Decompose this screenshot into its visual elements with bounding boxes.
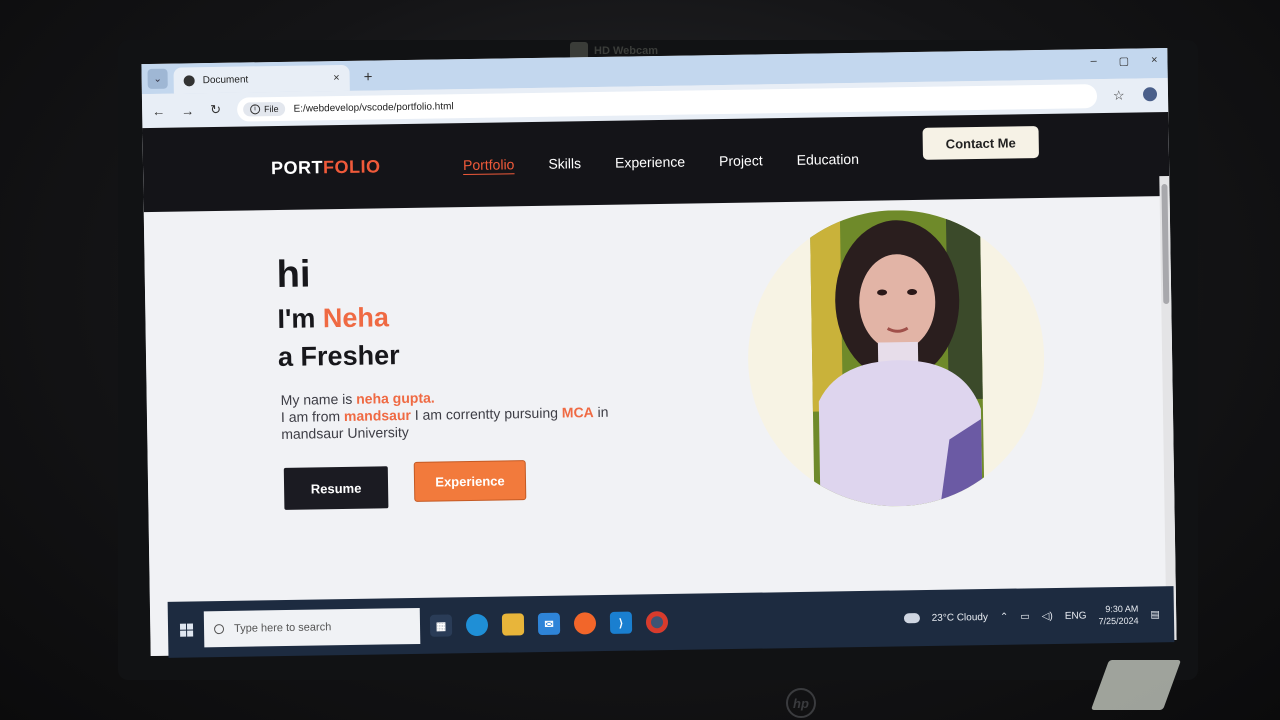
close-window-button[interactable]: × — [1151, 54, 1158, 67]
hero-bio: My name is neha gupta. I am from mandsau… — [281, 386, 662, 443]
site-logo[interactable]: PORTFOLIO — [271, 155, 463, 179]
vscode-icon[interactable]: ⟩ — [609, 611, 633, 634]
resume-button[interactable]: Resume — [283, 466, 389, 510]
mail-icon[interactable]: ✉ — [537, 612, 561, 636]
hero-role: a Fresher — [277, 340, 400, 372]
forward-icon[interactable]: → — [181, 103, 194, 118]
windows-icon — [179, 623, 193, 637]
taskbar-search[interactable]: Type here to search — [203, 607, 421, 648]
notification-icon[interactable]: ▤ — [1150, 609, 1160, 620]
scrollbar-thumb[interactable] — [1161, 183, 1170, 305]
tray-chevron-icon[interactable]: ⌃ — [1000, 611, 1009, 622]
site-navbar: PORTFOLIO Portfolio Skills Experience Pr… — [142, 111, 1170, 213]
bio-city: mandsaur — [343, 406, 412, 424]
file-chip-label: File — [263, 103, 279, 115]
volume-icon[interactable]: ◁) — [1042, 611, 1053, 622]
clock-time: 9:30 AM — [1105, 603, 1139, 615]
battery-icon[interactable]: ▭ — [1020, 611, 1030, 622]
hero-name: Neha — [322, 302, 390, 334]
start-button[interactable] — [168, 623, 204, 637]
nav-project[interactable]: Project — [719, 152, 763, 169]
site-menu: Portfolio Skills Experience Project Educ… — [463, 151, 859, 173]
cloud-icon — [903, 613, 920, 624]
search-icon — [213, 624, 225, 635]
chrome-icon[interactable] — [645, 611, 669, 634]
maximize-button[interactable]: ▢ — [1119, 55, 1130, 68]
tab-close-icon[interactable]: × — [333, 72, 340, 84]
browser-tab[interactable]: Document × — [173, 64, 350, 94]
logo-main: PORT — [270, 156, 324, 178]
window-controls: – ▢ × — [1090, 54, 1157, 68]
edge-icon[interactable] — [465, 613, 489, 637]
search-placeholder: Type here to search — [233, 621, 332, 635]
bookmark-star-icon[interactable]: ☆ — [1113, 88, 1125, 104]
system-tray: 23°C Cloudy ⌃ ▭ ◁) ENG 9:30 AM 7/25/2024… — [903, 602, 1174, 630]
experience-button[interactable]: Experience — [413, 460, 527, 502]
contact-me-button[interactable]: Contact Me — [922, 126, 1039, 160]
nav-education[interactable]: Education — [797, 151, 860, 168]
bio-name: neha gupta. — [356, 389, 435, 407]
bio-from: I am from — [280, 407, 345, 425]
portfolio-page: PORTFOLIO Portfolio Skills Experience Pr… — [142, 111, 1177, 657]
profile-photo-illustration — [809, 208, 985, 508]
tab-title: Document — [202, 73, 249, 86]
profile-icon[interactable] — [1142, 87, 1157, 102]
task-view-icon[interactable]: ▦ — [429, 614, 453, 637]
minimize-button[interactable]: – — [1090, 55, 1096, 68]
taskbar-apps: ▦ ✉ ⟩ — [429, 611, 669, 637]
taskbar-clock[interactable]: 9:30 AM 7/25/2024 — [1098, 603, 1138, 628]
nav-skills[interactable]: Skills — [548, 155, 581, 172]
weather-text[interactable]: 23°C Cloudy — [932, 612, 988, 624]
clock-date: 7/25/2024 — [1098, 615, 1139, 627]
language-indicator[interactable]: ENG — [1065, 610, 1087, 621]
new-tab-button[interactable]: + — [364, 68, 373, 85]
toolbar-actions: ☆ ⋮ — [1113, 87, 1177, 104]
intro-prefix: I'm — [277, 303, 324, 334]
url-text[interactable]: E:/webdevelop/vscode/portfolio.html — [293, 101, 453, 115]
back-icon[interactable]: ← — [152, 103, 165, 118]
firefox-icon[interactable] — [573, 612, 597, 635]
profile-photo — [745, 207, 1047, 509]
nav-portfolio[interactable]: Portfolio — [463, 156, 515, 173]
hero-section: hi I'm Neha a Fresher My name is neha gu… — [144, 196, 1177, 656]
hero-greeting: hi — [276, 253, 311, 296]
bio-mid: I am correntty pursuing — [410, 404, 562, 423]
tab-search-icon[interactable]: ⌄ — [147, 68, 168, 89]
bio-suffix: in — [593, 403, 609, 421]
hp-logo: hp — [786, 688, 816, 718]
bio-prefix: My name is — [280, 390, 357, 408]
hero-intro: I'm Neha — [277, 302, 389, 335]
info-icon: i — [249, 104, 261, 115]
globe-icon — [183, 74, 195, 86]
site-info-chip[interactable]: i File — [242, 101, 286, 117]
reload-icon[interactable]: ↻ — [210, 102, 221, 118]
screen: ⌄ Document × + – ▢ × ← → ↻ i File E:/web… — [141, 47, 1177, 657]
logo-accent: FOLIO — [322, 155, 381, 177]
nav-experience[interactable]: Experience — [615, 154, 685, 171]
file-explorer-icon[interactable] — [501, 613, 525, 636]
bio-degree: MCA — [561, 404, 594, 421]
